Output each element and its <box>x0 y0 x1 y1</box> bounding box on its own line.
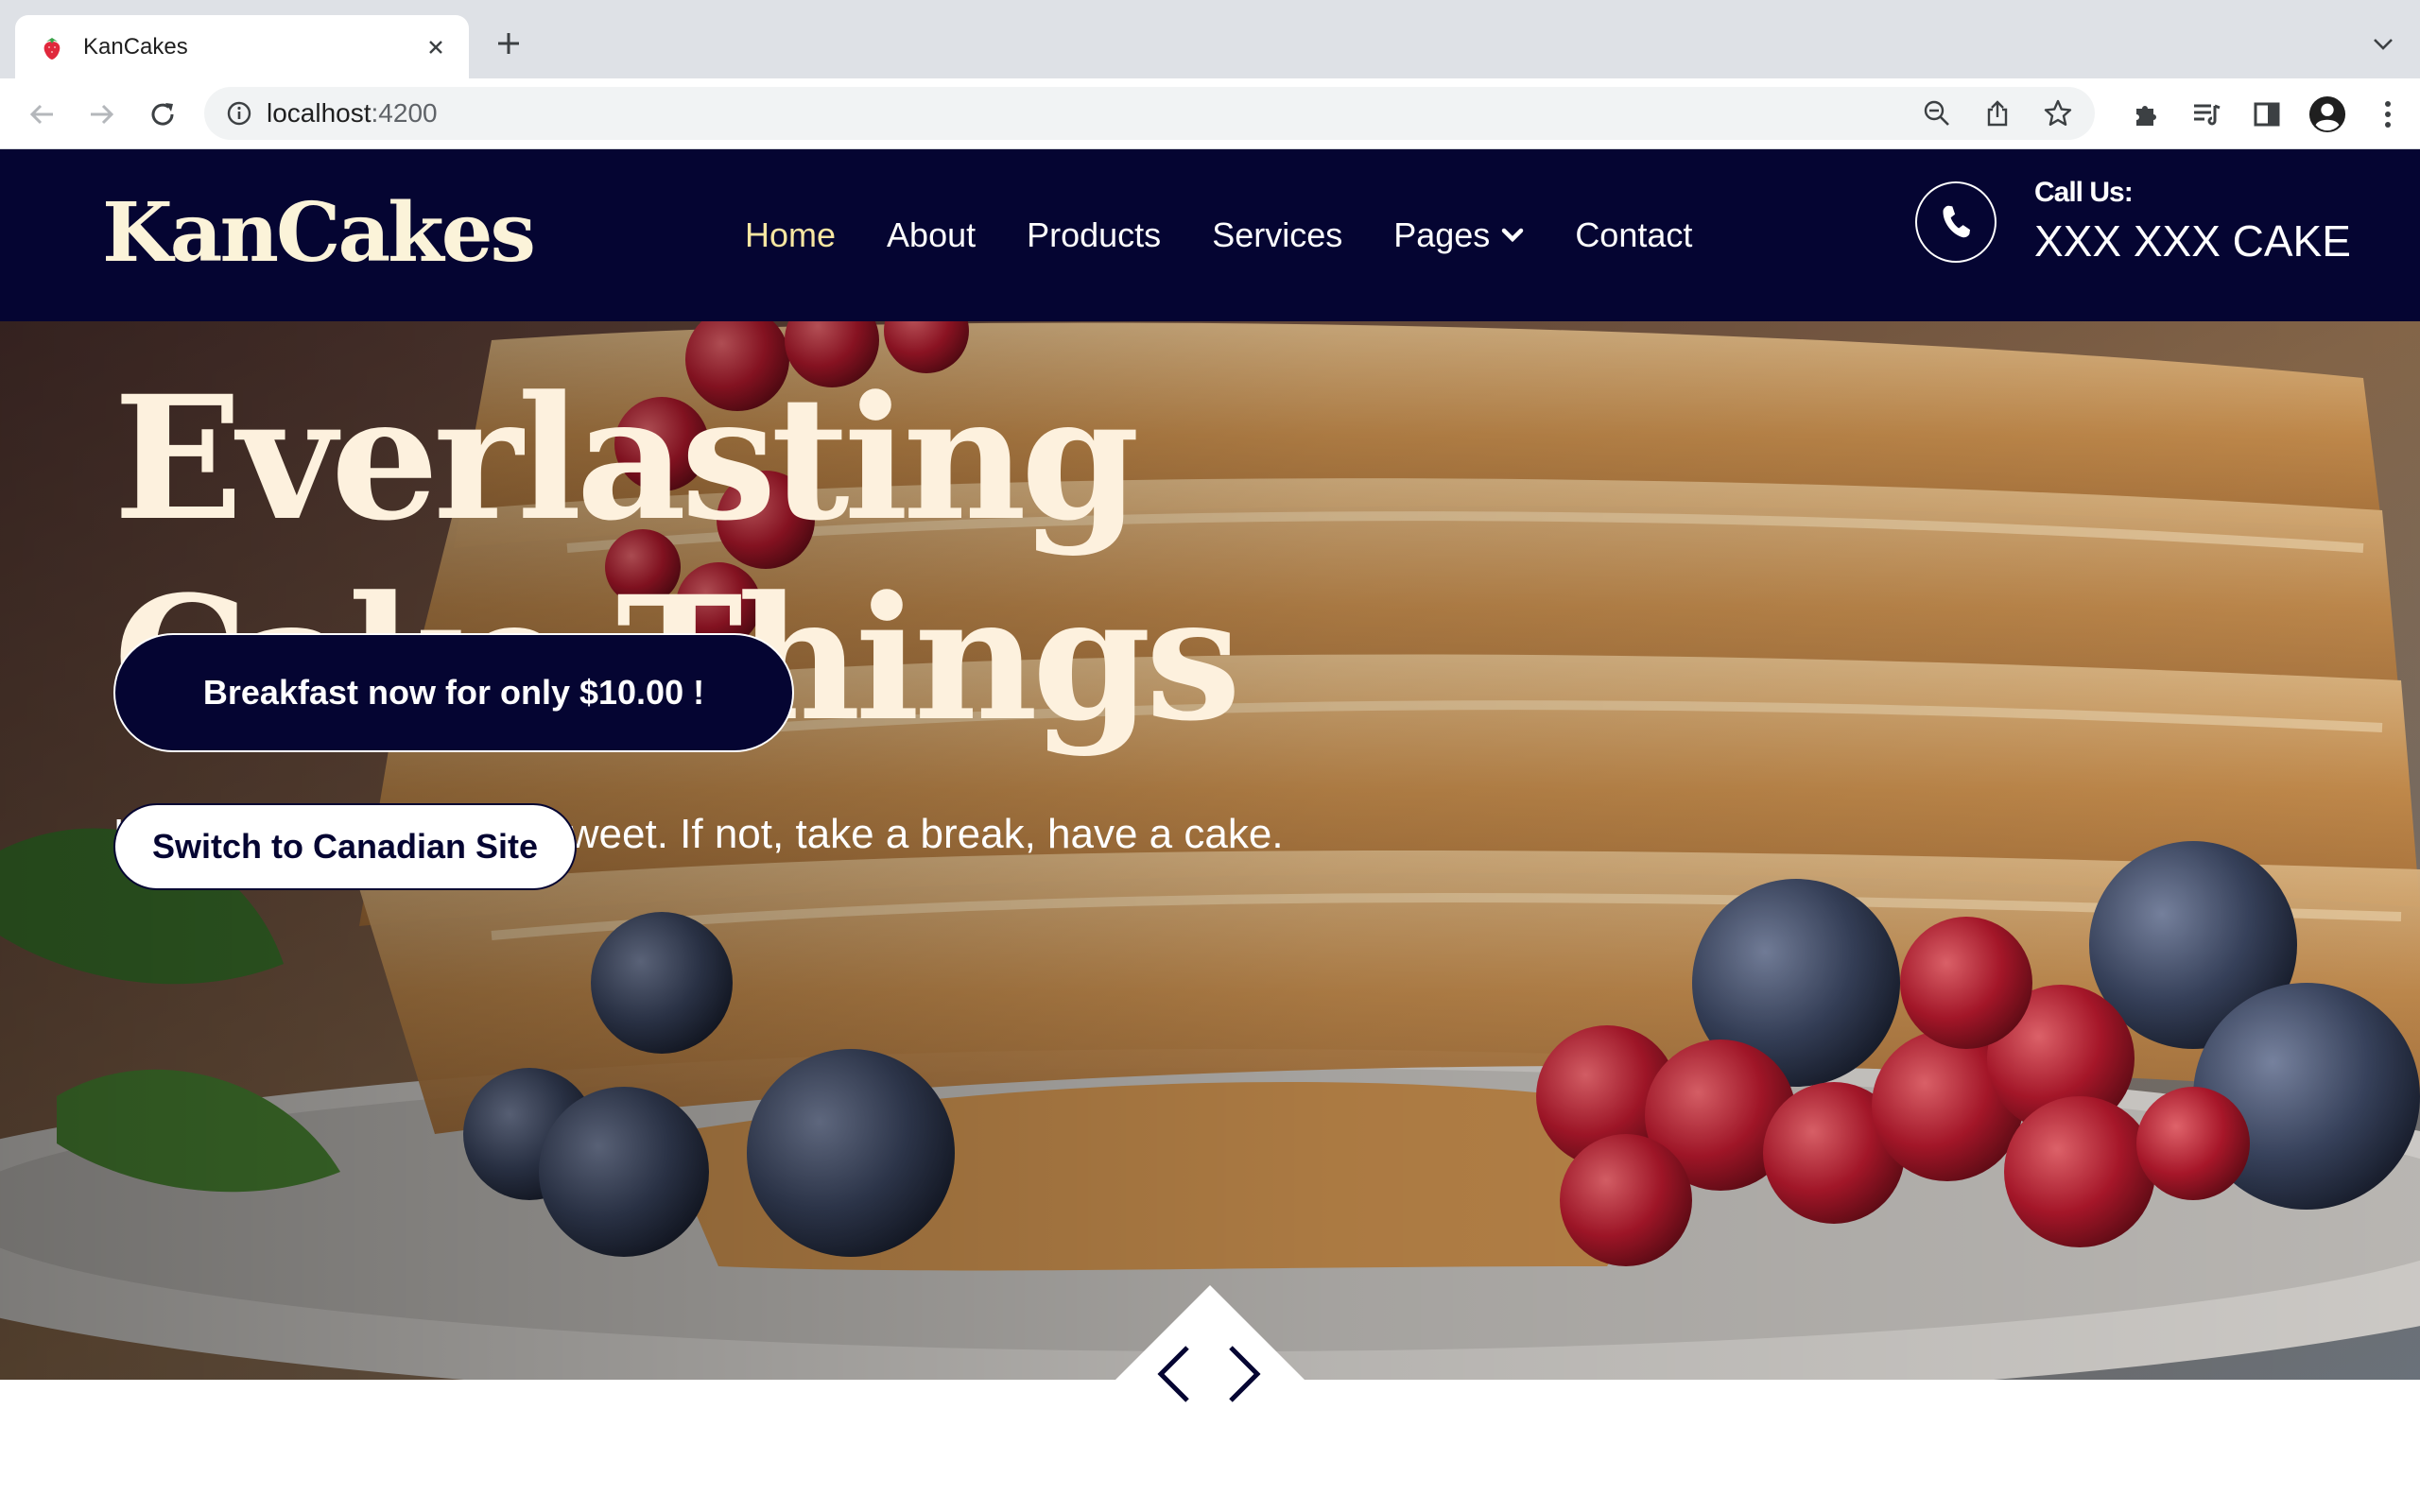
nav-products[interactable]: Products <box>1027 215 1161 255</box>
chevron-right-icon[interactable] <box>1225 1344 1263 1404</box>
address-bar[interactable]: localhost:4200 <box>204 87 2095 140</box>
slider-notch <box>1115 1285 1305 1380</box>
url-text: localhost:4200 <box>267 98 1919 129</box>
nav-contact[interactable]: Contact <box>1575 215 1692 255</box>
bookmark-star-icon[interactable] <box>2040 95 2076 131</box>
site-header: KanCakes Home About Products Services Pa… <box>0 149 2420 321</box>
forward-arrow-icon[interactable] <box>83 95 121 133</box>
reading-list-icon[interactable] <box>2187 95 2225 133</box>
nav-about[interactable]: About <box>887 215 976 255</box>
close-tab-icon[interactable] <box>422 33 450 61</box>
url-host: localhost <box>267 98 372 128</box>
call-us-label: Call Us: <box>2034 177 2134 208</box>
profile-avatar-icon[interactable] <box>2308 95 2346 133</box>
side-panel-icon[interactable] <box>2248 95 2286 133</box>
back-arrow-icon[interactable] <box>23 95 60 133</box>
browser-tabstrip: KanCakes <box>0 0 2420 78</box>
strawberry-icon <box>43 37 60 60</box>
site-info-icon[interactable] <box>225 99 253 128</box>
call-us-block: Call Us: XXX XXX CAKE <box>1915 176 2351 267</box>
zoom-out-icon[interactable] <box>1919 95 1955 131</box>
share-icon[interactable] <box>1979 95 2015 131</box>
nav-services[interactable]: Services <box>1212 215 1342 255</box>
chevron-down-icon <box>1502 228 1524 243</box>
nav-pages[interactable]: Pages <box>1393 215 1524 255</box>
new-tab-icon[interactable] <box>492 26 526 60</box>
extensions-puzzle-icon[interactable] <box>2127 95 2165 133</box>
tab-title: KanCakes <box>83 33 188 60</box>
url-port: :4200 <box>371 98 438 128</box>
phone-icon[interactable] <box>1915 180 1996 263</box>
chevron-left-icon[interactable] <box>1155 1344 1193 1404</box>
menu-kebab-icon[interactable] <box>2369 95 2407 133</box>
call-us-number[interactable]: XXX XXX CAKE <box>2034 215 2351 267</box>
hero-title-line-1: Everlasting <box>113 359 1140 558</box>
switch-canadian-site-button[interactable]: Switch to Canadian Site <box>113 803 577 890</box>
reload-icon[interactable] <box>144 95 182 133</box>
browser-toolbar: localhost:4200 <box>0 78 2420 149</box>
site-logo[interactable]: KanCakes <box>102 193 536 274</box>
breakfast-offer-button[interactable]: Breakfast now for only $10.00 ! <box>113 633 794 752</box>
nav-home[interactable]: Home <box>745 215 836 255</box>
nav-pages-label: Pages <box>1393 215 1491 254</box>
browser-tab[interactable]: KanCakes <box>15 15 469 78</box>
main-nav: Home About Products Services Pages Conta… <box>745 215 1692 255</box>
chevron-down-icon[interactable] <box>2369 30 2397 59</box>
